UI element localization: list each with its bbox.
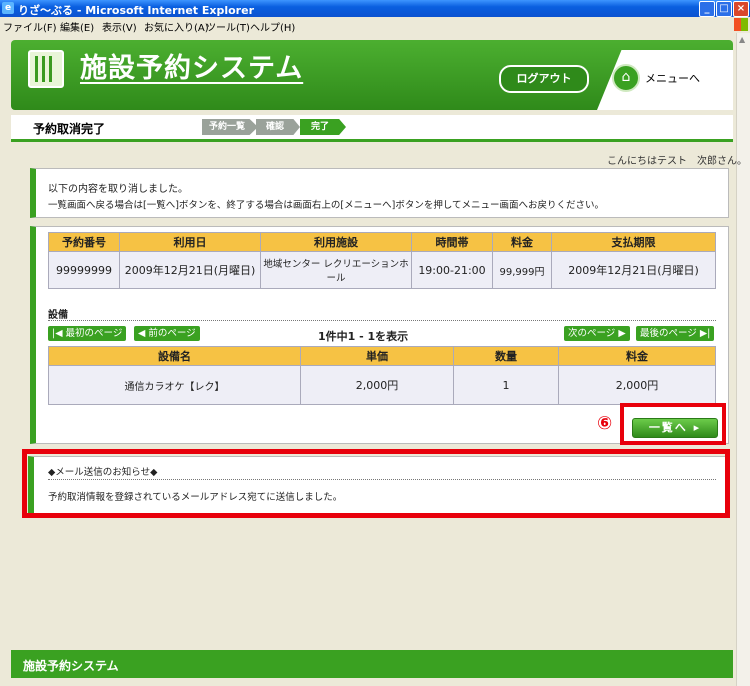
close-button[interactable]: ×: [733, 1, 749, 17]
equipment-section-label: 設備: [48, 310, 68, 321]
step-confirm: 確認: [256, 119, 300, 135]
column-header: 利用日: [119, 232, 261, 252]
prev-page-icon: ◀: [138, 328, 149, 339]
table-header-row: 設備名 単価 数量 料金: [48, 346, 716, 366]
notice-line-2: 一覧画面へ戻る場合は[一覧へ]ボタンを、終了する場合は画面右上の[メニューへ]ボ…: [48, 200, 605, 211]
menu-edit[interactable]: 編集(E): [60, 19, 94, 34]
first-page-button[interactable]: |◀ 最初のページ: [48, 326, 127, 341]
logout-button[interactable]: ログアウト: [499, 65, 589, 93]
column-header: 単価: [300, 346, 454, 366]
annotation-marker: ⑥: [597, 413, 613, 434]
footer: [11, 650, 733, 678]
menu-tools[interactable]: ツール(T): [206, 19, 250, 34]
column-header: 予約番号: [48, 232, 120, 252]
first-page-icon: |◀: [52, 328, 66, 339]
maximize-button[interactable]: □: [716, 1, 732, 17]
column-header: 利用施設: [260, 232, 412, 252]
notice-line-1: 以下の内容を取り消しました。: [48, 184, 188, 195]
table-cell: 2,000円: [300, 365, 454, 405]
last-page-icon: ▶|: [696, 328, 711, 339]
ie-logo-icon: e: [2, 2, 14, 14]
table-row: 通信カラオケ【レク】 2,000円 1 2,000円: [48, 365, 716, 405]
page-title: 予約取消完了: [33, 122, 106, 136]
highlight-box-mail-notice: [22, 449, 730, 518]
window-title: りざ～ぶる - Microsoft Internet Explorer: [18, 4, 254, 17]
window-titlebar: e りざ～ぶる - Microsoft Internet Explorer _ …: [0, 0, 750, 17]
home-icon[interactable]: ⌂: [612, 64, 640, 92]
last-page-button[interactable]: 最後のページ ▶|: [636, 326, 715, 341]
step-list: 予約一覧: [202, 119, 258, 135]
table-cell: 1: [453, 365, 559, 405]
menu-view[interactable]: 表示(V): [102, 19, 137, 34]
column-header: 数量: [453, 346, 559, 366]
table-cell: 2009年12月21日(月曜日): [119, 251, 261, 289]
table-cell: 2,000円: [558, 365, 716, 405]
table-cell: 99999999: [48, 251, 120, 289]
table-row: 99999999 2009年12月21日(月曜日) 地域センター レクリエーショ…: [48, 251, 716, 289]
column-header: 支払期限: [551, 232, 716, 252]
windows-flag-icon: [734, 18, 748, 31]
next-page-button[interactable]: 次のページ ▶: [564, 326, 630, 341]
menu-favorites[interactable]: お気に入り(A): [144, 19, 209, 34]
sub-header: [11, 115, 733, 142]
vertical-scrollbar[interactable]: ▲: [736, 33, 750, 686]
menu-link[interactable]: メニューへ: [645, 70, 700, 86]
table-cell: 通信カラオケ【レク】: [48, 365, 301, 405]
reservation-table: 予約番号 利用日 利用施設 時間帯 料金 支払期限 99999999 2009年…: [48, 232, 716, 289]
menu-bar: ファイル(F) 編集(E) 表示(V) お気に入り(A) ツール(T) ヘルプ(…: [0, 17, 750, 34]
scroll-up-icon[interactable]: ▲: [739, 35, 749, 45]
divider: [48, 320, 716, 321]
book-icon: [28, 50, 64, 88]
column-header: 時間帯: [411, 232, 493, 252]
step-complete: 完了: [300, 119, 346, 135]
table-cell: 19:00-21:00: [411, 251, 493, 289]
menu-help[interactable]: ヘルプ(H): [250, 19, 295, 34]
table-cell: 99,999円: [492, 251, 552, 289]
pager-text: 1件中1 - 1を表示: [318, 330, 409, 343]
table-cell: 2009年12月21日(月曜日): [551, 251, 716, 289]
column-header: 料金: [492, 232, 552, 252]
minimize-button[interactable]: _: [699, 1, 715, 17]
greeting-text: こんにちはテスト 次郎さん。: [607, 156, 747, 167]
column-header: 料金: [558, 346, 716, 366]
footer-title: 施設予約システム: [23, 659, 119, 673]
table-cell: 地域センター レクリエーションホール: [260, 251, 412, 289]
equipment-table: 設備名 単価 数量 料金 通信カラオケ【レク】 2,000円 1 2,000円: [48, 346, 716, 405]
column-header: 設備名: [48, 346, 301, 366]
highlight-box-list-button: [620, 403, 726, 445]
table-header-row: 予約番号 利用日 利用施設 時間帯 料金 支払期限: [48, 232, 716, 252]
prev-page-button[interactable]: ◀ 前のページ: [134, 326, 200, 341]
app-title: 施設予約システム: [80, 53, 304, 84]
menu-file[interactable]: ファイル(F): [3, 19, 57, 34]
next-page-icon: ▶: [615, 328, 626, 339]
